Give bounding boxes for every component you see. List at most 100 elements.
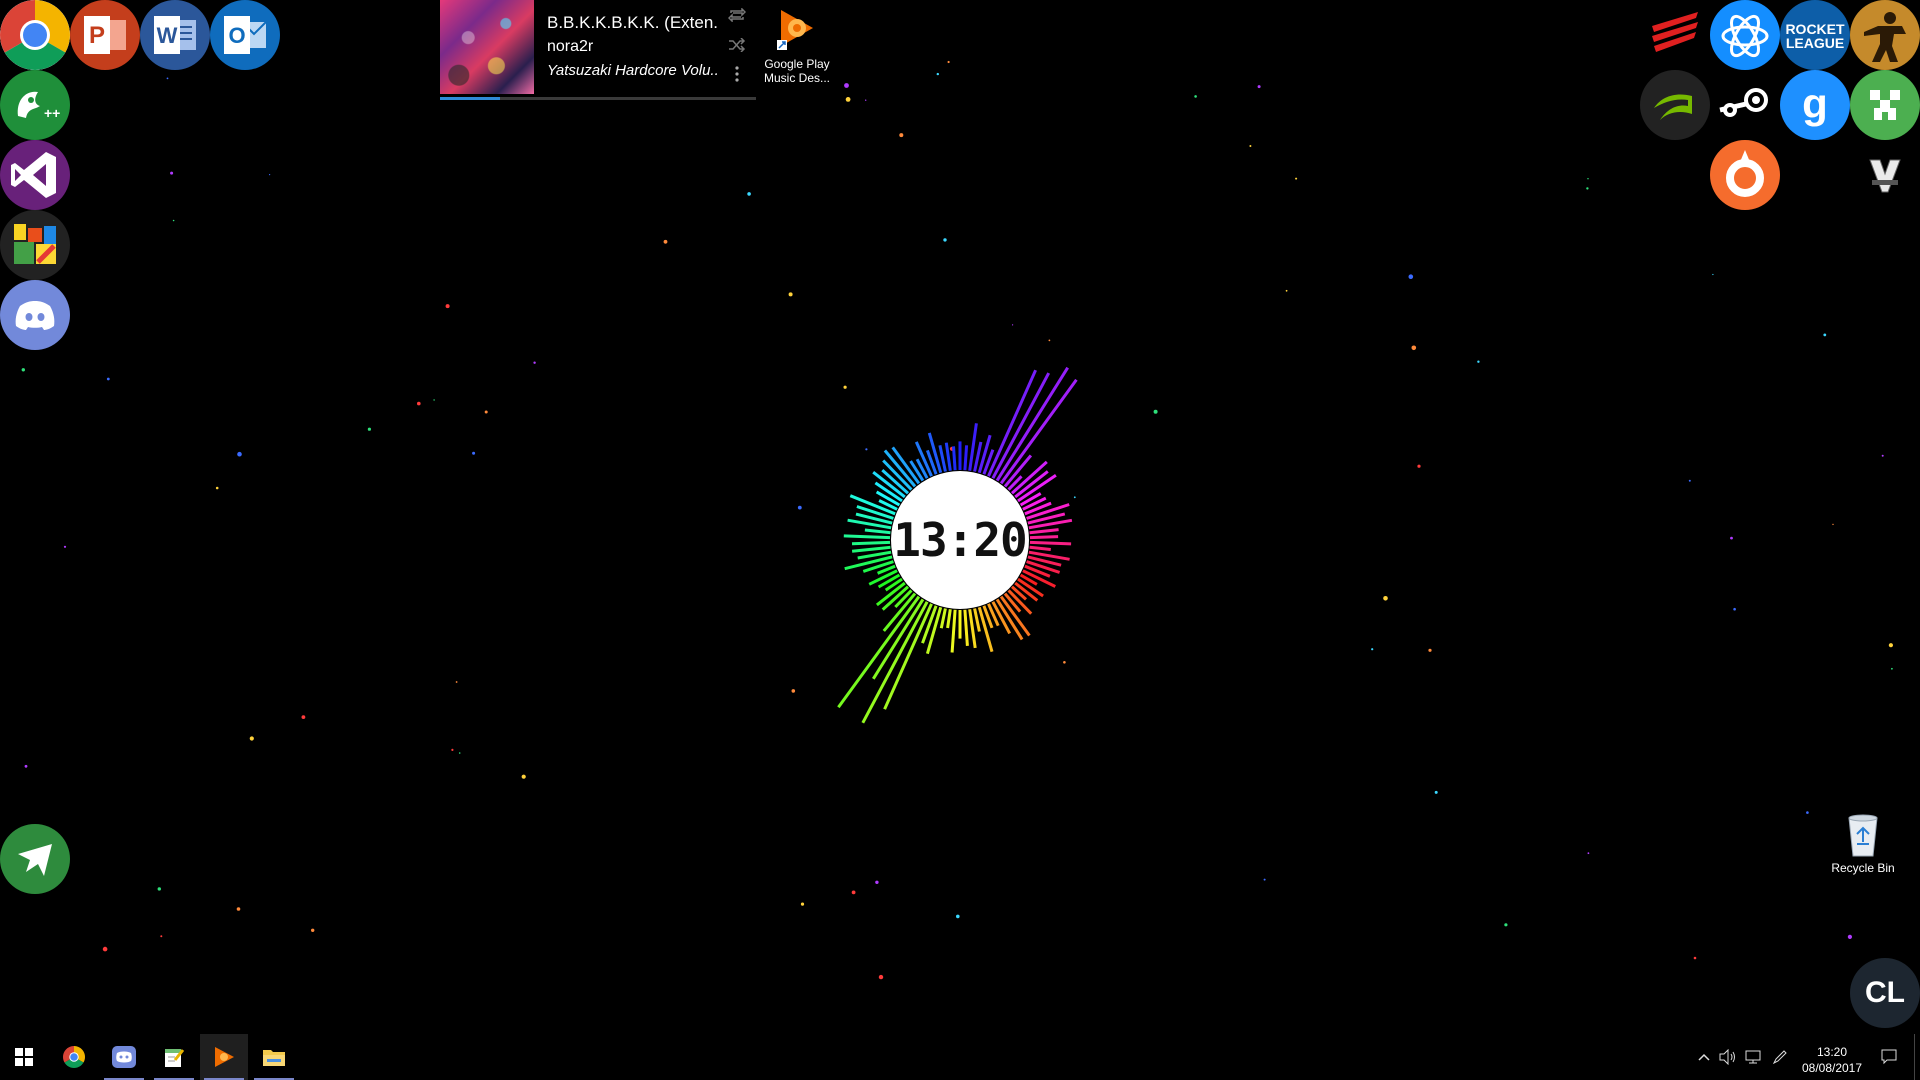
star-particle [936, 72, 939, 76]
start-button[interactable] [0, 1034, 48, 1080]
star-particle [947, 60, 950, 64]
taskbar: 13:20 08/08/2017 [0, 1034, 1920, 1080]
corner-logo[interactable]: CL [1850, 958, 1920, 1028]
star-particle [1823, 333, 1827, 337]
star-particle [1477, 360, 1480, 363]
google-play-music-icon [777, 10, 813, 50]
star-particle [1504, 923, 1508, 927]
steam-icon[interactable] [1710, 70, 1780, 140]
star-particle [1411, 345, 1417, 351]
track-title: B.B.K.K.B.K.K. (Exten... [547, 13, 717, 32]
star-particle [899, 133, 904, 138]
pen-workspace-icon[interactable] [1768, 1034, 1792, 1080]
star-particle [1712, 273, 1714, 276]
star-particle [791, 689, 796, 693]
star-particle [451, 748, 454, 752]
visualizer-bar [1029, 528, 1059, 535]
nvidia-icon[interactable] [1640, 70, 1710, 140]
star-particle [1263, 878, 1266, 881]
chrome-icon[interactable] [0, 0, 70, 70]
star-particle [943, 238, 947, 242]
taskbar-discord[interactable] [100, 1034, 148, 1080]
star-particle [301, 715, 306, 719]
repeat-icon[interactable] [727, 7, 747, 24]
visualizer-bar [991, 372, 1051, 479]
star-particle [455, 681, 458, 683]
star-particle [521, 774, 526, 779]
word-icon[interactable]: W [140, 0, 210, 70]
notepad-plus-plus-icon[interactable]: ++ [0, 70, 70, 140]
discord-icon [112, 1046, 136, 1068]
powerpoint-icon[interactable]: P [70, 0, 140, 70]
star-particle [215, 486, 219, 490]
star-particle [663, 239, 668, 244]
taskbar-file-explorer[interactable] [250, 1034, 298, 1080]
star-particle [1371, 648, 1374, 651]
recycle-bin-shortcut[interactable]: Recycle Bin [1822, 812, 1904, 875]
star-particle [1295, 177, 1298, 180]
taskbar-time: 13:20 [1816, 1045, 1848, 1059]
visualizer-bar [1029, 540, 1072, 546]
clock-time: 13:20 [893, 513, 1027, 567]
star-particle [1730, 536, 1733, 540]
star-particle [24, 764, 28, 768]
visualizer-bar [963, 609, 969, 647]
gmod-icon[interactable]: g [1780, 70, 1850, 140]
media-player-widget[interactable]: B.B.K.K.B.K.K. (Exten... nora2r Yatsuzak… [440, 0, 756, 100]
visual-studio-icon[interactable] [0, 140, 70, 210]
visualizer-bar [927, 432, 943, 474]
star-particle [472, 451, 476, 455]
taskbar-notepadpp[interactable] [150, 1034, 198, 1080]
origin-icon[interactable] [1710, 140, 1780, 210]
taskbar-clock[interactable]: 13:20 08/08/2017 [1790, 1044, 1874, 1076]
avg-icon[interactable] [0, 210, 70, 280]
more-icon[interactable] [735, 66, 739, 84]
minecraft-icon[interactable] [1850, 70, 1920, 140]
visualizer-bar [952, 446, 957, 471]
google-play-label-line2: Music Des... [763, 71, 830, 85]
battlenet-icon[interactable] [1710, 0, 1780, 70]
visualizer-bar [963, 445, 969, 471]
csgo-icon[interactable] [1850, 0, 1920, 70]
star-particle [1428, 648, 1432, 652]
windows-icon [15, 1048, 33, 1066]
star-particle [747, 192, 751, 196]
star-particle [1417, 464, 1421, 468]
airplane-icon[interactable] [0, 824, 70, 894]
progress-bar[interactable] [440, 97, 756, 100]
volume-icon[interactable] [1716, 1034, 1740, 1080]
rocket-league-icon[interactable]: ROCKET LEAGUE [1780, 0, 1850, 70]
taskbar-chrome[interactable] [50, 1034, 98, 1080]
notepad-plus-plus-icon [165, 1049, 185, 1067]
visualizer-bar [968, 609, 977, 649]
star-particle [1847, 934, 1852, 940]
taskbar-google-play-music[interactable] [200, 1034, 248, 1080]
shuffle-icon[interactable] [728, 37, 746, 54]
star-particle [1249, 145, 1252, 147]
google-play-music-shortcut[interactable]: Google Play Music Des... [756, 6, 838, 85]
svg-text:++: ++ [44, 105, 60, 121]
star-particle [1693, 956, 1697, 960]
recycle-bin-icon [1848, 814, 1878, 857]
gta5-icon[interactable] [1850, 140, 1920, 210]
outlook-icon[interactable]: O [210, 0, 280, 70]
star-particle [63, 545, 67, 548]
network-icon[interactable] [1742, 1034, 1766, 1080]
star-particle [851, 890, 856, 895]
star-particle [1881, 454, 1884, 457]
visualizer-bar [851, 540, 891, 546]
action-center-icon[interactable] [1874, 1034, 1904, 1080]
show-hidden-icons-chevron-icon[interactable] [1694, 1034, 1714, 1080]
madcatz-icon[interactable] [1640, 0, 1710, 70]
chrome-icon [63, 1046, 85, 1068]
star-particle [170, 171, 174, 175]
star-particle [1434, 790, 1438, 794]
visualizer-bar [843, 534, 891, 540]
star-particle [865, 99, 867, 101]
star-particle [269, 174, 271, 176]
show-desktop-button[interactable] [1914, 1034, 1920, 1080]
discord-icon[interactable] [0, 280, 70, 350]
visualizer-bar [973, 608, 981, 632]
visualizer-bar [851, 545, 891, 553]
star-particle [1285, 289, 1288, 292]
